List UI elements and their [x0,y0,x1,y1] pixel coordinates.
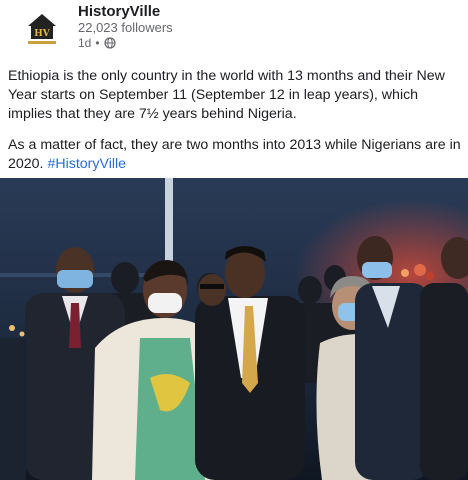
globe-icon [103,37,116,49]
hashtag-link[interactable]: #HistoryVille [47,156,126,172]
post-header: HV HistoryVille 22,023 followers 1d • [0,0,468,58]
follower-count: 22,023 followers [78,20,173,35]
post-time[interactable]: 1d [78,36,91,50]
historyville-logo: HV [20,8,64,52]
post-meta: 1d • [78,36,116,50]
post-body: Ethiopia is the only country in the worl… [8,67,466,186]
post-paragraph-1: Ethiopia is the only country in the worl… [8,68,445,122]
post-paragraph-2: As a matter of fact, they are two months… [8,136,466,174]
logo-text: HV [34,29,51,39]
page-name[interactable]: HistoryVille [78,3,160,20]
post-photo[interactable] [0,178,468,480]
crowd-photo-illustration [0,178,468,480]
meta-separator: • [95,36,100,50]
page-avatar[interactable]: HV [20,8,64,52]
